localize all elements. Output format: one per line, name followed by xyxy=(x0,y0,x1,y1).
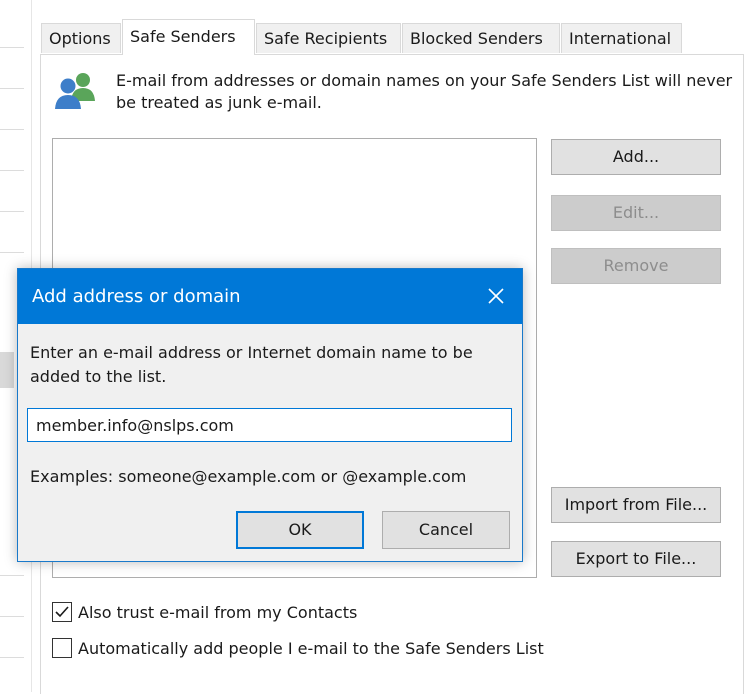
trust-contacts-option[interactable]: Also trust e-mail from my Contacts xyxy=(52,599,357,625)
add-button[interactable]: Add... xyxy=(551,139,721,175)
tab-safe-recipients[interactable]: Safe Recipients xyxy=(256,23,401,53)
cancel-button[interactable]: Cancel xyxy=(382,511,510,549)
tab-label: International xyxy=(569,29,672,48)
auto-add-option[interactable]: Automatically add people I e-mail to the… xyxy=(52,635,544,661)
trust-contacts-checkbox[interactable] xyxy=(52,602,72,622)
background-line xyxy=(0,211,24,212)
ok-button[interactable]: OK xyxy=(236,511,364,549)
background-line xyxy=(0,170,24,171)
add-address-dialog: Add address or domain Enter an e-mail ad… xyxy=(17,268,523,562)
background-scroll-shade xyxy=(0,352,14,388)
auto-add-label: Automatically add people I e-mail to the… xyxy=(78,638,544,658)
background-line xyxy=(0,657,24,658)
auto-add-checkbox[interactable] xyxy=(52,638,72,658)
tab-international[interactable]: International xyxy=(561,23,682,53)
background-line xyxy=(0,616,24,617)
dialog-examples: Examples: someone@example.com or @exampl… xyxy=(30,467,467,486)
tab-options[interactable]: Options xyxy=(41,23,121,53)
dialog-title: Add address or domain xyxy=(32,286,241,307)
remove-button[interactable]: Remove xyxy=(551,248,721,284)
close-icon[interactable] xyxy=(484,284,508,308)
tab-label: Safe Recipients xyxy=(264,29,388,48)
edit-button[interactable]: Edit... xyxy=(551,195,721,231)
import-from-file-button[interactable]: Import from File... xyxy=(551,487,721,523)
export-to-file-button[interactable]: Export to File... xyxy=(551,541,721,577)
tab-label: Blocked Senders xyxy=(410,29,543,48)
background-line xyxy=(0,252,24,253)
background-line xyxy=(0,575,24,576)
background-line xyxy=(0,88,24,89)
address-input[interactable] xyxy=(27,408,512,442)
people-icon xyxy=(53,71,99,111)
background-line xyxy=(0,47,24,48)
background-line xyxy=(0,129,24,130)
trust-contacts-label: Also trust e-mail from my Contacts xyxy=(78,602,358,622)
safe-senders-description: E-mail from addresses or domain names on… xyxy=(116,71,733,112)
tab-label: Options xyxy=(49,29,111,48)
tab-label: Safe Senders xyxy=(130,27,236,46)
tab-safe-senders[interactable]: Safe Senders xyxy=(122,19,255,55)
tab-blocked-senders[interactable]: Blocked Senders xyxy=(402,23,560,53)
dialog-titlebar[interactable]: Add address or domain xyxy=(18,269,522,324)
checkmark-icon xyxy=(55,606,69,618)
dialog-prompt: Enter an e-mail address or Internet doma… xyxy=(30,343,473,386)
